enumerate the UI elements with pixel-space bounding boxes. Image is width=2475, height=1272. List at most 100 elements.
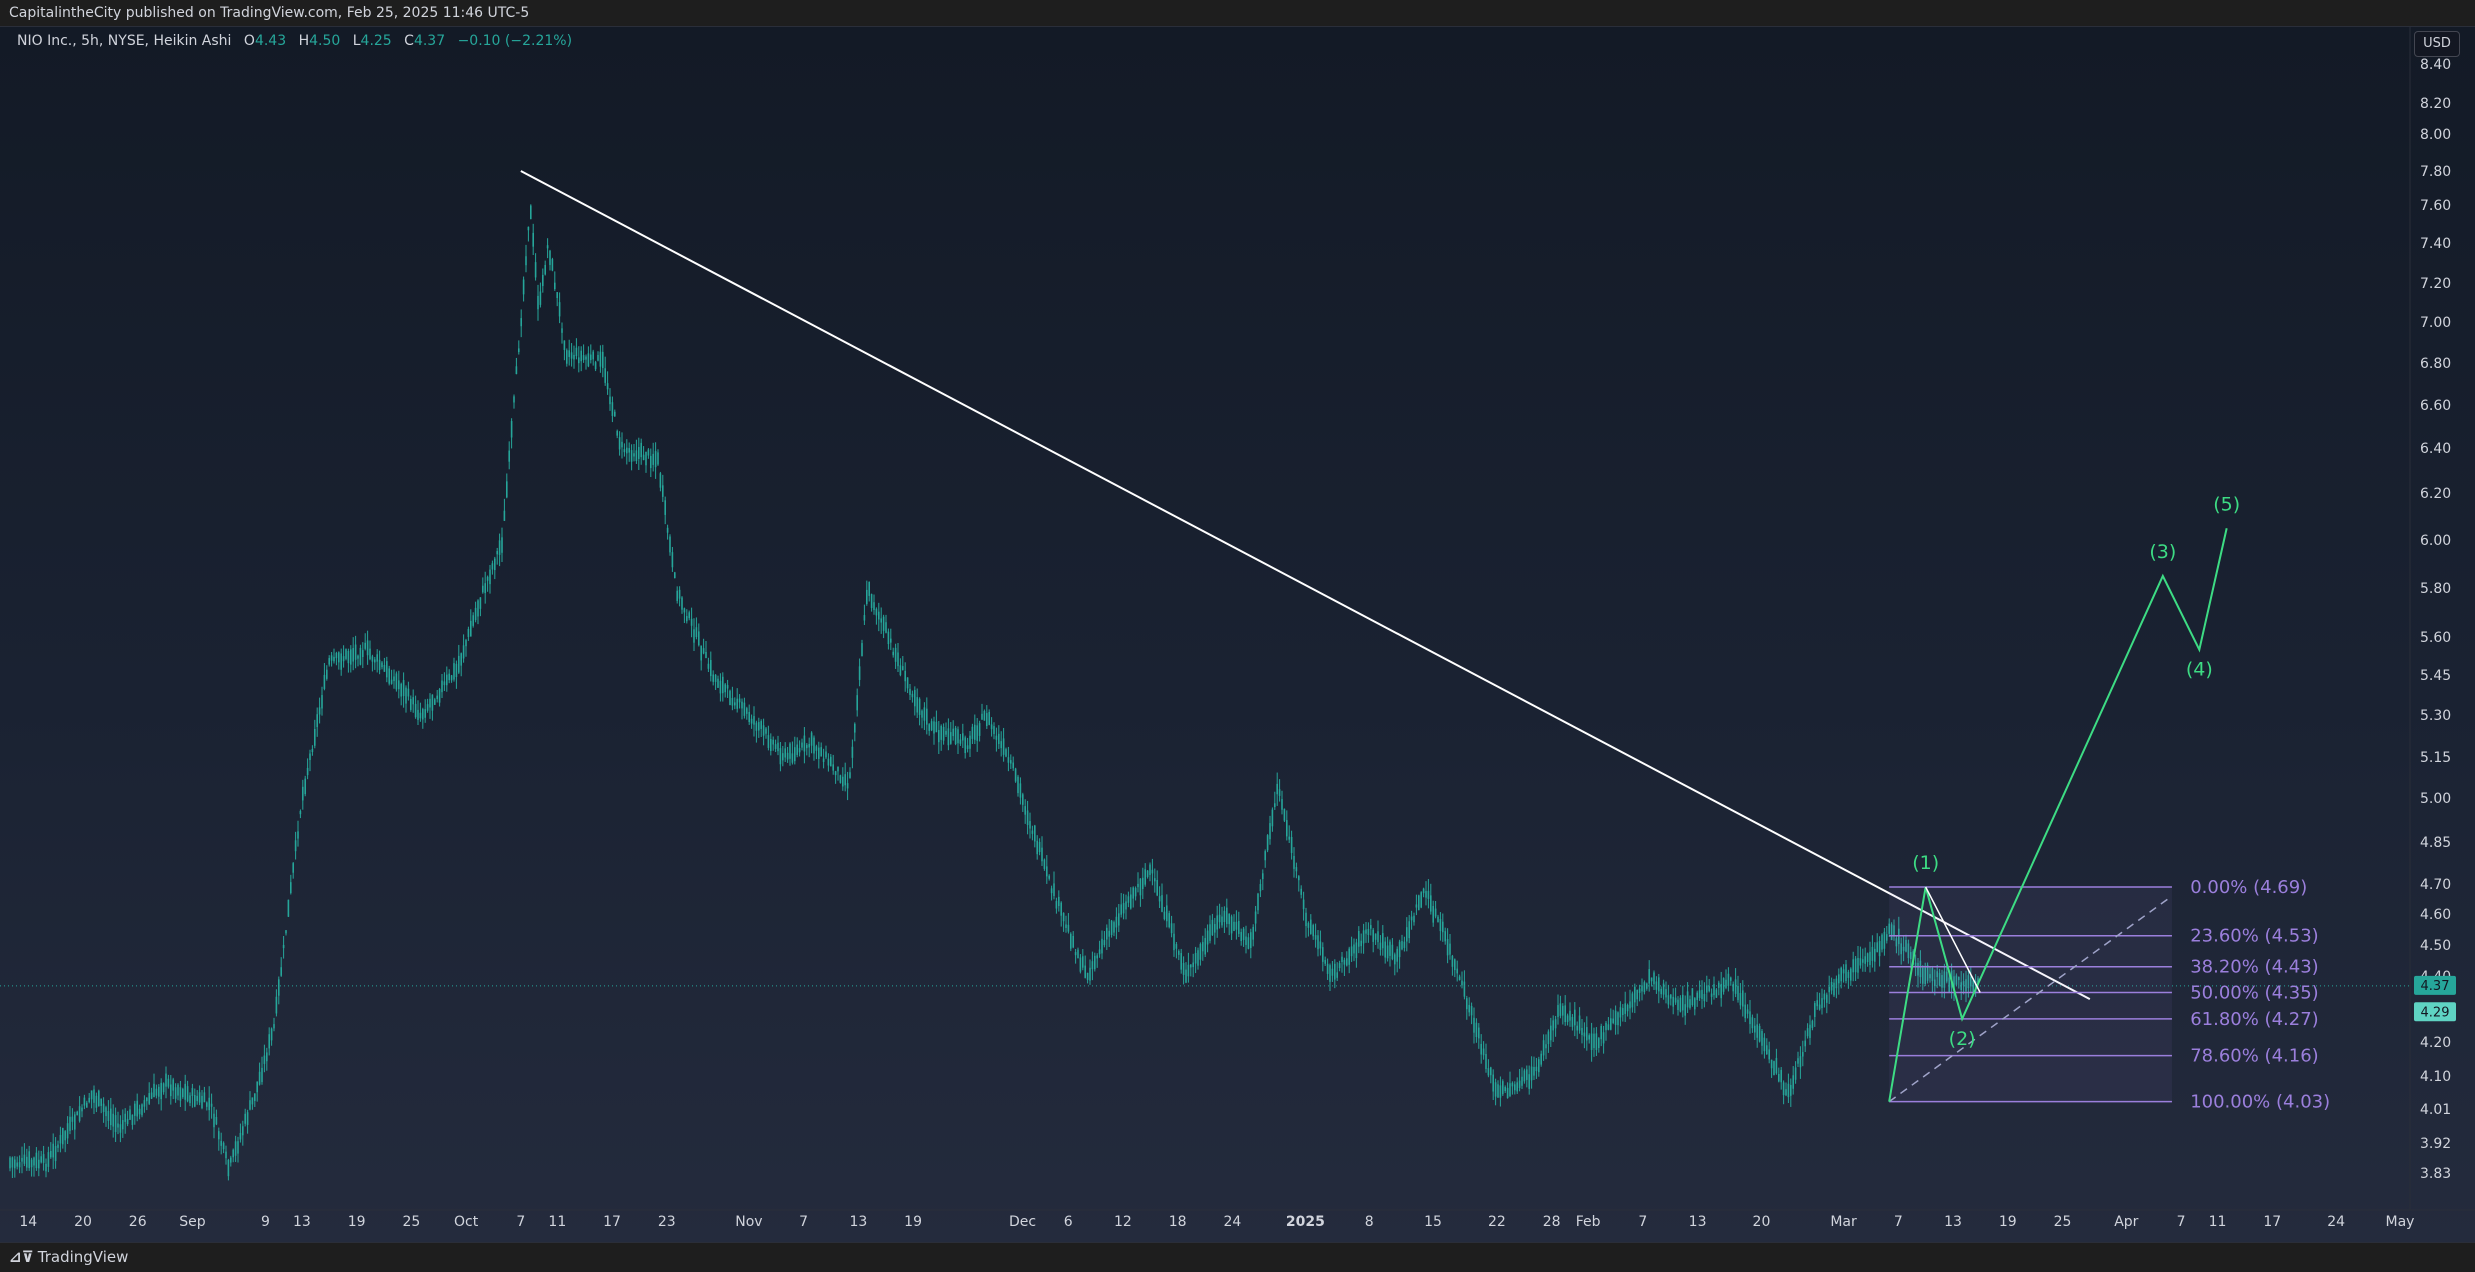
time-tick-label: 20 — [74, 1214, 92, 1230]
candle-body — [1689, 999, 1691, 1008]
candle-body — [1742, 990, 1744, 1007]
candle-body — [38, 1159, 40, 1169]
candle-body — [1830, 981, 1833, 991]
candle-body — [1775, 1057, 1778, 1074]
candle-body — [1511, 1082, 1514, 1087]
candle-body — [1578, 1015, 1581, 1031]
price-tick-label: 5.00 — [2420, 791, 2451, 807]
price-tick-label: 7.80 — [2420, 164, 2451, 180]
candle-body — [1106, 927, 1108, 940]
candle-body — [1715, 989, 1718, 998]
price-tick-label: 6.40 — [2420, 441, 2451, 457]
chart-canvas[interactable]: 0.00% (4.69) 23.60% (4.53) 38.20% (4.43) 50… — [0, 27, 2475, 1242]
candle-body — [426, 704, 429, 711]
candle-body — [1293, 855, 1295, 869]
candle-body — [1778, 1073, 1780, 1082]
candle-body — [772, 739, 774, 745]
candle-body — [1305, 912, 1307, 927]
candle-body — [1564, 1005, 1566, 1022]
candle-body — [170, 1084, 172, 1097]
candle-body — [1499, 1085, 1502, 1098]
candle-body — [110, 1108, 112, 1126]
candle-body — [1262, 873, 1264, 880]
candle-body — [1504, 1087, 1506, 1092]
candle-body — [64, 1131, 66, 1141]
candle-body — [1391, 944, 1394, 960]
candle-body — [1110, 920, 1113, 936]
candle-body — [1686, 991, 1689, 1008]
candle-body — [338, 652, 340, 663]
currency-button[interactable]: USD — [2414, 31, 2460, 57]
candle-body — [796, 744, 798, 755]
time-tick-label: 19 — [1999, 1214, 2017, 1230]
candle-body — [1677, 999, 1679, 1010]
candle-body — [165, 1073, 167, 1087]
candle-body — [1401, 941, 1403, 950]
candle-body — [1341, 956, 1343, 963]
fib-level-label: 100.00% (4.03) — [2190, 1092, 2330, 1113]
candle-body — [1242, 928, 1245, 940]
candle-body — [1713, 984, 1715, 996]
time-tick-label: 7 — [1638, 1214, 1647, 1230]
candle-body — [585, 356, 587, 360]
candle-body — [1331, 968, 1334, 976]
candle-body — [1528, 1074, 1530, 1089]
candle-body — [90, 1090, 93, 1100]
candle-body — [549, 250, 551, 265]
candle-body — [1653, 972, 1655, 985]
downtrend-line[interactable] — [520, 170, 2091, 1000]
candle-body — [81, 1107, 83, 1112]
low-value: 4.25 — [360, 33, 392, 49]
symbol-name[interactable]: NIO Inc., 5h, NYSE, Heikin Ashi — [17, 33, 231, 49]
tradingview-logo-icon[interactable]: ⊿⊽ — [9, 1243, 34, 1272]
candle-body — [1756, 1024, 1758, 1038]
fib-zone — [1889, 887, 2172, 1102]
candle-body — [227, 1159, 230, 1177]
candle-body — [395, 673, 398, 690]
candle-body — [1766, 1045, 1768, 1055]
candle-body — [1418, 895, 1420, 911]
candle-body — [688, 612, 690, 619]
candle-body — [230, 1157, 232, 1163]
candle-body — [179, 1087, 182, 1101]
candle-body — [496, 551, 498, 555]
candle-body — [652, 453, 654, 465]
candle-body — [1036, 840, 1038, 855]
low-label: L — [352, 33, 361, 49]
price-tag-label: 4.37 — [2421, 979, 2450, 994]
candle-body — [724, 684, 726, 693]
candle-body — [1571, 1016, 1574, 1027]
candle-body — [993, 726, 995, 734]
time-axis[interactable]: 14 20 26 Sep 9 13 19 25 Oct 7 11 17 23 Nov 7 13 19 Dec 6 12… — [19, 1214, 2414, 1230]
candle-body — [1281, 799, 1283, 810]
candle-body — [520, 318, 522, 327]
candle-body — [362, 650, 364, 658]
time-tick-label: 19 — [348, 1214, 366, 1230]
candle-body — [1408, 921, 1410, 939]
candle-body — [1881, 934, 1883, 950]
candle-body — [592, 351, 594, 360]
candle-body — [818, 747, 820, 759]
candle-body — [117, 1123, 119, 1128]
candle-body — [222, 1142, 225, 1150]
candle-body — [1790, 1084, 1792, 1096]
wave-label: (1) — [1912, 852, 1939, 874]
candle-body — [1144, 869, 1146, 885]
candle-body — [1514, 1084, 1516, 1091]
candle-body — [758, 722, 760, 731]
candle-body — [148, 1093, 150, 1104]
candle-body — [863, 615, 866, 621]
candle-body — [105, 1107, 107, 1117]
candle-body — [1379, 942, 1382, 950]
candle-body — [628, 448, 630, 453]
price-axis[interactable]: 8.40 8.20 8.00 7.80 7.60 7.40 7.20 7.00 6.80 6.60… — [2414, 57, 2456, 1182]
candle-body — [254, 1093, 256, 1101]
candle-body — [616, 430, 618, 436]
candle-body — [1446, 938, 1449, 956]
drawings[interactable]: 0.00% (4.69) 23.60% (4.53) 38.20% (4.43) 50… — [520, 170, 2330, 1113]
candle-body — [174, 1087, 177, 1099]
tradingview-brand[interactable]: TradingView — [38, 1248, 129, 1266]
candle-body — [465, 640, 467, 647]
candle-body — [966, 745, 969, 750]
time-tick-label: 7 — [799, 1214, 808, 1230]
